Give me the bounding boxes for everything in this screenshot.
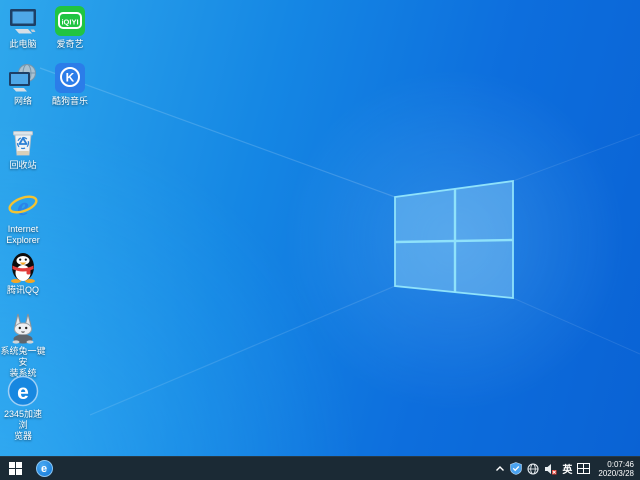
desktop-icon-label: 酷狗音乐 — [51, 96, 88, 106]
svg-text:e: e — [17, 381, 29, 404]
2345-browser-icon: e — [7, 375, 39, 407]
ime-language-indicator[interactable]: 英 — [562, 457, 572, 480]
desktop-icon-this-pc[interactable]: 此电脑 — [0, 5, 46, 50]
clock-date: 2020/3/28 — [598, 468, 634, 478]
tencent-qq-icon — [7, 251, 39, 283]
volume-speaker-icon[interactable] — [544, 457, 557, 480]
desktop-icon-iqiyi[interactable]: iQIYI 爱奇艺 — [47, 5, 93, 50]
desktop-icon-network[interactable]: 网络 — [0, 62, 46, 107]
taskbar-clock[interactable]: 0:07:46 2020/3/28 — [595, 460, 637, 478]
clock-time: 0:07:46 — [607, 459, 634, 469]
desktop-icon-label: 腾讯QQ — [6, 285, 39, 295]
svg-text:iQIYI: iQIYI — [61, 18, 78, 27]
xitongtu-rabbit-icon — [7, 312, 39, 344]
svg-text:K: K — [66, 71, 75, 85]
recycle-bin-icon — [7, 126, 39, 158]
taskbar: e 英 0:07:46 2020/3/28 — [0, 456, 640, 480]
kugou-music-icon: K — [54, 62, 86, 94]
desktop-icon-tencent-qq[interactable]: 腾讯QQ — [0, 251, 46, 296]
this-pc-icon — [7, 5, 39, 37]
internet-explorer-icon: e — [7, 190, 39, 222]
2345-browser-icon: e — [35, 460, 53, 477]
desktop-icon-2345-browser[interactable]: e 2345加速浏 览器 — [0, 375, 46, 442]
tray-chevron-up-icon[interactable] — [495, 457, 505, 480]
desktop-icon-label: 爱奇艺 — [56, 39, 84, 49]
system-tray: 英 0:07:46 2020/3/28 — [495, 457, 640, 480]
desktop-icon-label: 网络 — [13, 96, 32, 106]
desktop-icon-recycle-bin[interactable]: 回收站 — [0, 126, 46, 171]
windows-logo-icon — [8, 462, 22, 475]
desktop-icon-kugou-music[interactable]: K 酷狗音乐 — [47, 62, 93, 107]
desktop-icon-internet-explorer[interactable]: e Internet Explorer — [0, 190, 46, 246]
desktop-icon-xitongtu-installer[interactable]: 系统兔一键安 装系统 — [0, 312, 46, 379]
touch-keyboard-icon[interactable] — [577, 457, 591, 480]
start-button[interactable] — [0, 457, 30, 480]
wallpaper-windows-logo — [39, 67, 640, 416]
network-icon — [7, 62, 39, 94]
iqiyi-icon: iQIYI — [54, 5, 86, 37]
desktop-icon-label: Internet Explorer — [6, 224, 40, 245]
taskbar-2345-browser-button[interactable]: e — [30, 457, 58, 480]
security-shield-icon[interactable] — [510, 457, 523, 480]
desktop-icon-label: 回收站 — [9, 160, 37, 170]
desktop-icon-label: 此电脑 — [9, 39, 37, 49]
network-globe-icon[interactable] — [527, 457, 539, 480]
desktop-icon-label: 2345加速浏 览器 — [3, 409, 43, 441]
